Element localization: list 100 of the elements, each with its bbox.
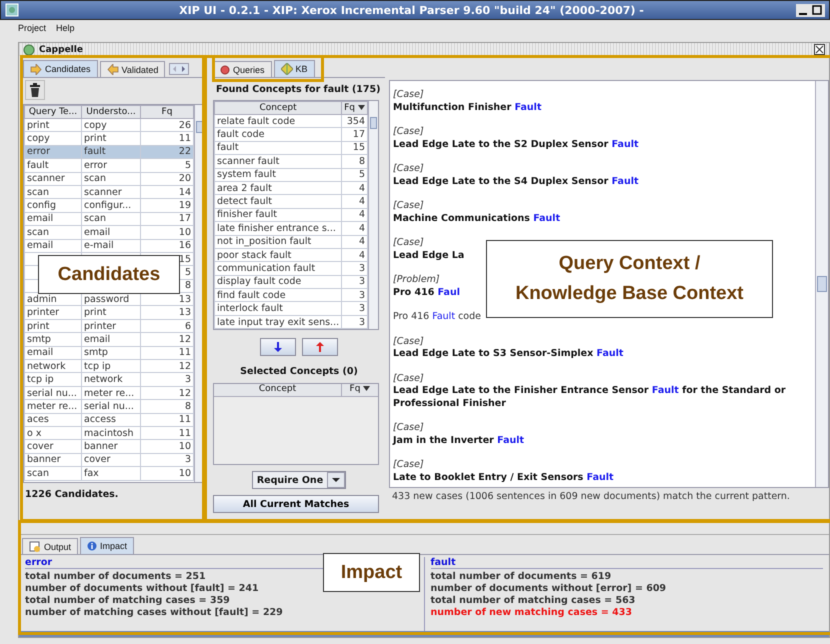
table-cell: printer: [82, 319, 140, 333]
table-cell: poor stack fault: [214, 248, 342, 262]
remove-button[interactable]: [302, 338, 338, 356]
arrow-icon: [106, 64, 119, 75]
table-cell: print: [24, 118, 82, 132]
impact-line: number of matching cases without [fault] = 229: [25, 607, 283, 619]
table-cell: scan: [24, 185, 82, 199]
arrow-icon: [30, 64, 42, 74]
column-header[interactable]: Query Te...: [24, 106, 82, 118]
all-matches-button[interactable]: All Current Matches: [213, 495, 379, 513]
table-cell: late input tray exit sens...: [214, 315, 342, 329]
table-cell: system fault: [214, 168, 342, 182]
entry-text: Pro 416 Faul: [393, 286, 460, 299]
callout-label: Impact: [323, 553, 420, 592]
tab[interactable]: Queries: [213, 61, 272, 77]
term-heading: fault: [430, 557, 823, 569]
tab[interactable]: Candidates: [23, 60, 98, 77]
table-cell: o x: [24, 426, 82, 440]
tab[interactable]: KB: [274, 60, 315, 77]
table-cell: tcp ip: [24, 372, 82, 386]
table-cell: access: [82, 413, 140, 426]
impact-line: total number of documents = 251: [25, 571, 206, 583]
table-cell: print: [82, 132, 140, 146]
entry-label: [Case]: [393, 163, 424, 176]
table-cell: copy: [82, 118, 140, 132]
entry-text: Late to Booklet Entry / Exit Sensors Fault: [393, 472, 614, 484]
impact-line: number of documents without [fault] = 241: [25, 583, 259, 595]
table-cell: email: [24, 346, 82, 360]
table-cell: fault: [24, 158, 82, 172]
frame-icon: [23, 44, 35, 56]
column-header[interactable]: Understo...: [82, 106, 140, 118]
tab[interactable]: Impact: [80, 537, 134, 554]
table-cell: print: [82, 306, 140, 320]
tab[interactable]: Validated: [100, 61, 166, 77]
table-cell: 20: [140, 172, 194, 186]
table-cell: printer: [24, 306, 82, 320]
table-cell: email: [82, 226, 140, 240]
maximize-icon[interactable]: [812, 4, 823, 16]
table-cell: fault code: [214, 128, 342, 142]
impact-line: number of new matching cases = 433: [430, 607, 632, 619]
add-button[interactable]: [260, 338, 296, 356]
table-cell: macintosh: [82, 426, 140, 440]
table-cell: 12: [140, 360, 194, 373]
entry-text: Multifunction Finisher Fault: [393, 102, 542, 114]
caret-icon: [327, 472, 346, 488]
impact-line: total number of matching cases = 359: [25, 595, 230, 607]
column-header[interactable]: Concept: [214, 102, 342, 114]
table-cell: banner: [82, 440, 140, 454]
table-cell: email: [24, 212, 82, 226]
table-cell: 22: [140, 145, 194, 159]
table-cell: smtp: [24, 332, 82, 346]
document-icon: [29, 541, 41, 552]
menu-item[interactable]: Help: [56, 23, 75, 33]
table-cell: scanner fault: [214, 154, 342, 168]
table-cell: 16: [140, 239, 194, 252]
table-cell: tcp ip: [82, 360, 140, 373]
table-cell: network: [82, 372, 140, 386]
table-cell: 11: [140, 413, 194, 426]
diamond-icon: [280, 63, 293, 75]
table-cell: interlock fault: [214, 302, 342, 316]
app-icon: [5, 3, 19, 17]
table-cell: config: [24, 198, 82, 212]
table-cell: meter re...: [82, 386, 140, 400]
table-cell: scanner: [24, 172, 82, 186]
menu-item[interactable]: Project: [18, 23, 46, 33]
table-cell: communication fault: [214, 262, 342, 276]
table-cell: scan: [82, 172, 140, 186]
delete-button[interactable]: [25, 80, 45, 100]
entry-text: Lead Edge Late to the S2 Duplex Sensor Fault: [393, 138, 639, 151]
table-cell: relate fault code: [214, 114, 342, 128]
up-arrow-icon: [316, 342, 324, 352]
scrollbar[interactable]: [815, 81, 828, 487]
match-mode-dropdown[interactable]: Require One: [252, 471, 346, 489]
table-cell: error: [24, 145, 82, 159]
tab[interactable]: Output: [22, 538, 78, 554]
table-cell: banner: [24, 453, 82, 467]
column-header[interactable]: Concept: [214, 384, 342, 396]
scrollbar[interactable]: [368, 101, 378, 329]
close-icon[interactable]: [814, 44, 825, 55]
entry-label: [Case]: [393, 372, 424, 385]
table-cell: display fault code: [214, 275, 342, 289]
column-header[interactable]: Fq: [140, 106, 194, 118]
table-cell: error: [82, 158, 140, 172]
table-cell: fault: [214, 141, 342, 155]
callout-label: Candidates: [38, 255, 180, 294]
entry-label: [Problem]: [393, 274, 440, 286]
table-cell: 26: [140, 118, 194, 132]
table-cell: copy: [24, 132, 82, 146]
column-header[interactable]: Fq: [342, 384, 378, 396]
entry-label: [Case]: [393, 336, 424, 348]
table-cell: find fault code: [214, 288, 342, 302]
table-cell: scan: [24, 466, 82, 480]
tab-scroll-icon[interactable]: [169, 63, 190, 75]
section-title: Selected Concepts (0): [239, 366, 359, 377]
entry-text: Pro 416 Fault code: [393, 311, 481, 324]
column-header[interactable]: Fq: [342, 102, 368, 114]
table-cell: e-mail: [82, 239, 140, 252]
entry-text: Lead Edge Late to S3 Sensor-Simplex Fault: [393, 348, 624, 360]
sort-icon: [358, 105, 365, 110]
table-cell: not in_position fault: [214, 235, 342, 248]
